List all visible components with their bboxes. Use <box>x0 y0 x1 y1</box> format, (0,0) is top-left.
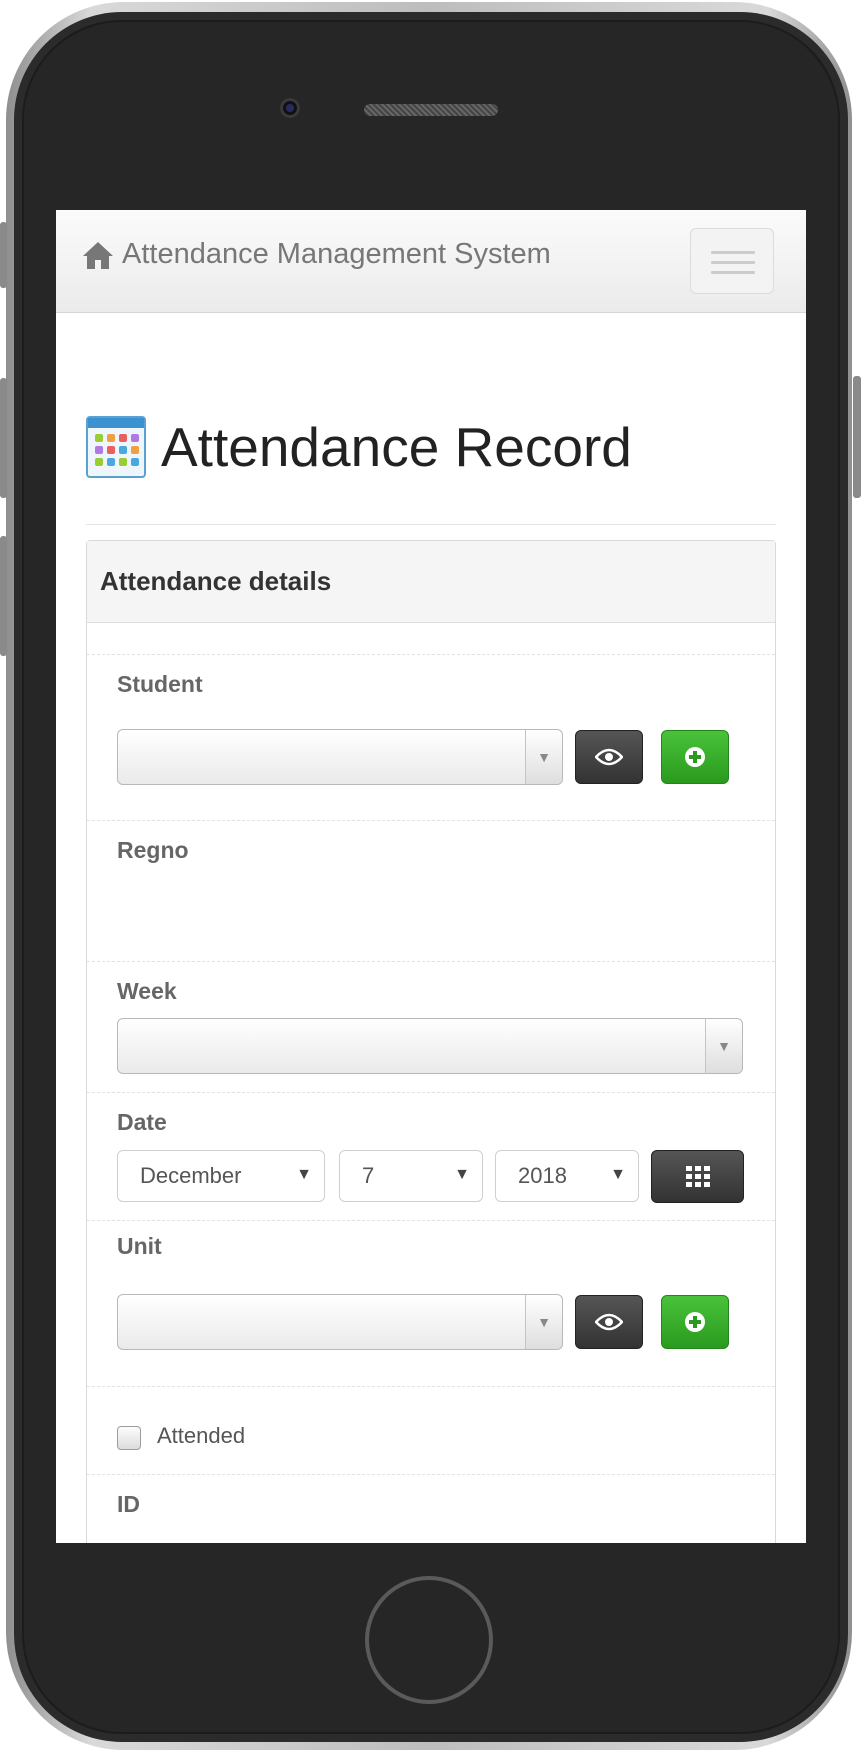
navbar-toggle-button[interactable] <box>690 228 774 294</box>
view-student-button[interactable] <box>575 730 643 784</box>
home-icon <box>83 241 113 269</box>
caret-down-icon: ▼ <box>296 1166 312 1183</box>
date-label: Date <box>117 1109 167 1135</box>
navbar-brand[interactable]: Attendance Management System <box>82 238 551 271</box>
chevron-down-icon[interactable]: ▼ <box>525 730 562 784</box>
plus-circle-icon <box>685 747 705 767</box>
unit-field-group: Unit ▼ <box>87 1220 775 1387</box>
caret-down-icon: ▼ <box>610 1166 626 1183</box>
date-picker-button[interactable] <box>651 1150 744 1203</box>
home-button[interactable] <box>365 1576 493 1704</box>
hamburger-menu-icon <box>711 251 755 254</box>
year-value: 2018 <box>518 1163 567 1188</box>
student-combobox[interactable]: ▼ <box>117 729 563 785</box>
earpiece-speaker <box>364 104 498 116</box>
regno-label: Regno <box>117 837 189 863</box>
front-camera <box>280 98 300 118</box>
panel-heading: Attendance details <box>87 541 775 623</box>
page-header: Attendance Record <box>86 415 776 525</box>
month-value: December <box>140 1163 242 1188</box>
day-value: 7 <box>362 1163 375 1188</box>
student-field-group: Student ▼ <box>87 654 775 821</box>
grid-calendar-icon <box>685 1165 710 1187</box>
day-select[interactable]: 7 ▼ <box>339 1150 483 1202</box>
week-label: Week <box>117 978 177 1004</box>
id-field-group: ID <box>87 1474 775 1543</box>
student-label: Student <box>117 671 203 697</box>
view-unit-button[interactable] <box>575 1295 643 1349</box>
unit-combobox[interactable]: ▼ <box>117 1294 563 1350</box>
calendar-icon <box>86 416 146 478</box>
caret-down-icon: ▼ <box>454 1166 470 1183</box>
eye-icon <box>595 1313 623 1331</box>
phone-power-button <box>853 376 861 498</box>
attended-label[interactable]: Attended <box>157 1423 245 1449</box>
attended-field-group: Attended <box>87 1386 775 1475</box>
week-combobox[interactable]: ▼ <box>117 1018 743 1074</box>
attendance-details-panel: Attendance details Student ▼ Regno Week … <box>86 540 776 1543</box>
page-title: Attendance Record <box>161 416 632 478</box>
plus-circle-icon <box>685 1312 705 1332</box>
screen: Attendance Management System Attendance … <box>56 210 806 1543</box>
unit-label: Unit <box>117 1233 162 1259</box>
eye-icon <box>595 748 623 766</box>
date-field-group: Date December ▼ 7 ▼ 2018 ▼ <box>87 1092 775 1221</box>
add-student-button[interactable] <box>661 730 729 784</box>
chevron-down-icon[interactable]: ▼ <box>705 1019 742 1073</box>
attended-checkbox[interactable] <box>117 1426 141 1450</box>
phone-volume-up <box>0 378 7 498</box>
id-label: ID <box>117 1491 140 1517</box>
navbar: Attendance Management System <box>56 210 806 313</box>
phone-mute-switch <box>0 222 7 288</box>
add-unit-button[interactable] <box>661 1295 729 1349</box>
regno-field-group: Regno <box>87 820 775 961</box>
year-select[interactable]: 2018 ▼ <box>495 1150 639 1202</box>
week-field-group: Week ▼ <box>87 961 775 1092</box>
chevron-down-icon[interactable]: ▼ <box>525 1295 562 1349</box>
month-select[interactable]: December ▼ <box>117 1150 325 1202</box>
phone-volume-down <box>0 536 7 656</box>
brand-title: Attendance Management System <box>122 238 551 270</box>
